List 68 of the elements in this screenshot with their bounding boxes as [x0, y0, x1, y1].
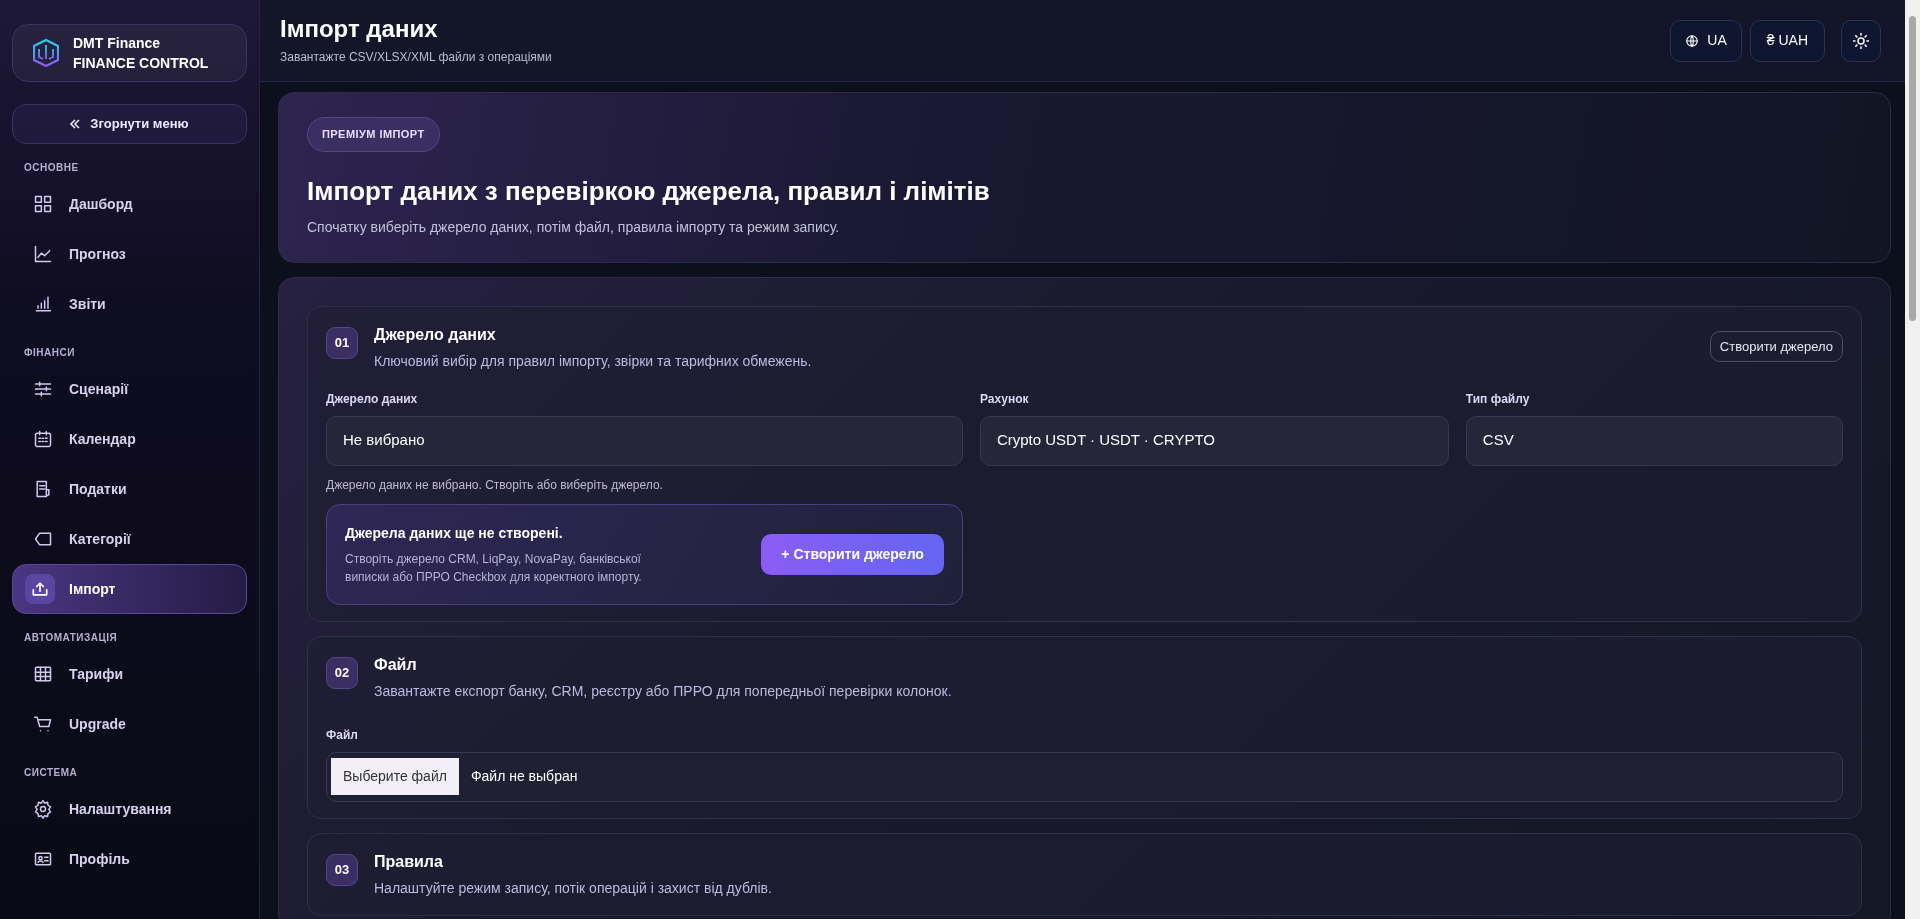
sidebar-item[interactable]: Податки [12, 464, 247, 514]
line-chart-icon [33, 244, 53, 264]
create-source-button[interactable]: + Створити джерело [761, 533, 944, 575]
hero-subtitle: Спочатку виберіть джерело даних, потім файл, правила імпорту та режим запису. [307, 217, 841, 237]
premium-badge: ПРЕМІУМ ІМПОРТ [307, 117, 440, 152]
field-label: Файл [326, 726, 359, 744]
step-title: Джерело даних [374, 324, 497, 345]
tag-icon [33, 529, 53, 549]
sidebar-item[interactable]: Прогноз [12, 229, 247, 279]
step-description: Налаштуйте режим запису, потік операцій і захист від дублів. [374, 878, 773, 898]
scrollbar-thumb[interactable] [1909, 16, 1916, 321]
brand-tagline: FINANCE CONTROL [73, 54, 209, 73]
empty-state-text: Створіть джерело CRM, LiqPay, NovaPay, банківської виписки або ПРРО Checkbox для коректного імпорту. [345, 550, 643, 586]
create-source-button[interactable]: Створити джерело [1709, 330, 1843, 363]
file-input-field[interactable]: Выберите файл Файл не выбран [326, 751, 1843, 802]
field-label: Тип файлу [1465, 390, 1531, 408]
sliders-icon [33, 379, 53, 399]
bar-chart-icon [33, 294, 53, 314]
nav-section-title: АВТОМАТИЗАЦІЯ [23, 631, 119, 645]
cart-icon [33, 714, 53, 734]
page-subtitle: Завантажте CSV/XLSX/XML файли з операціями [280, 48, 552, 66]
file-status-text: Файл не выбран [470, 767, 578, 787]
cube-logo-icon [33, 39, 59, 67]
sidebar-item[interactable]: Профіль [12, 834, 247, 884]
choose-file-button[interactable]: Выберите файл [331, 758, 459, 796]
theme-toggle-button[interactable] [1841, 19, 1881, 62]
select-field[interactable]: Не вибрано [326, 415, 963, 466]
step-description: Ключовий вибір для правил імпорту, звірки та тарифних обмежень. [374, 351, 813, 371]
language-button[interactable]: UA [1670, 19, 1742, 62]
step-description: Завантажте експорт банку, CRM, реєстру або ПРРО для попередньої перевірки колонок. [374, 681, 953, 701]
gear-icon [33, 799, 53, 819]
step-number: 02 [326, 656, 358, 689]
select-field[interactable]: Crypto USDT · USDT · CRYPTO [979, 415, 1449, 466]
sidebar-item[interactable]: Налаштування [12, 784, 247, 834]
nav-section-title: ОСНОВНЕ [23, 161, 80, 175]
sun-icon [1852, 31, 1870, 50]
field-label: Рахунок [979, 390, 1030, 408]
select-field[interactable]: CSV [1465, 415, 1843, 466]
step-title: Правила [374, 851, 444, 872]
sidebar-item[interactable]: Сценарії [12, 364, 247, 414]
table-icon [33, 664, 53, 684]
nav-section-title: СИСТЕМА [23, 766, 79, 780]
sidebar-item[interactable]: Категорії [12, 514, 247, 564]
empty-state-title: Джерела даних ще не створені. [345, 523, 564, 543]
sidebar-item[interactable]: Дашборд [12, 179, 247, 229]
document-icon [33, 479, 53, 499]
helper-text: Джерело даних не вибрано. Створіть або виберіть джерело. [326, 476, 664, 494]
double-chevron-left-icon [70, 119, 81, 129]
collapse-menu-button[interactable]: Згорнути меню [12, 104, 247, 144]
step-number: 01 [326, 326, 358, 359]
page-title: Імпорт даних [280, 15, 439, 44]
sidebar-item[interactable]: Звіти [12, 279, 247, 329]
brand-name: DMT Finance [73, 33, 162, 53]
grid-icon [33, 194, 53, 214]
upload-icon [30, 579, 50, 599]
sidebar-item[interactable]: Тарифи [12, 649, 247, 699]
globe-icon [1685, 33, 1700, 48]
calendar-icon [33, 429, 53, 449]
hero-title: Імпорт даних з перевіркою джерела, правил і лімітів [307, 175, 991, 207]
step-title: Файл [374, 654, 418, 675]
sidebar-item[interactable]: Upgrade [12, 699, 247, 749]
id-card-icon [33, 849, 53, 869]
currency-button[interactable]: ₴ UAH [1749, 19, 1825, 62]
nav-section-title: ФІНАНСИ [23, 346, 76, 360]
sidebar-item[interactable]: Календар [12, 414, 247, 464]
sidebar-item[interactable]: Імпорт [12, 564, 247, 614]
step-number: 03 [326, 853, 358, 886]
field-label: Джерело даних [326, 390, 419, 408]
